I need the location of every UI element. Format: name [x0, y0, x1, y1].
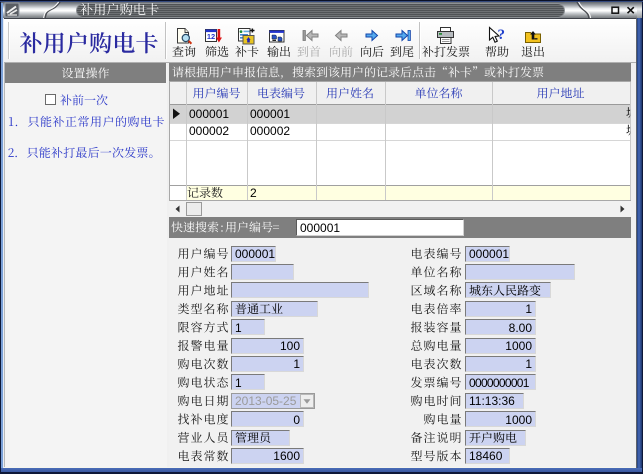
svg-text:12: 12	[207, 32, 215, 41]
